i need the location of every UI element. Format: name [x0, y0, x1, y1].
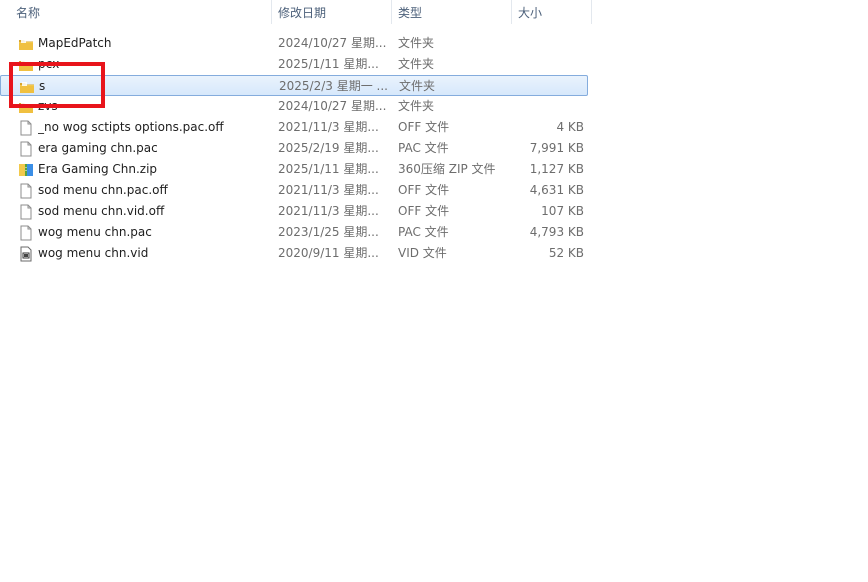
file-row[interactable]: Era Gaming Chn.zip 2025/1/11 星期... 360压缩…	[0, 159, 588, 180]
file-icon	[18, 225, 34, 241]
file-type: 文件夹	[399, 79, 436, 93]
folder-icon	[18, 36, 34, 52]
file-type: 文件夹	[398, 57, 435, 71]
file-name: _no wog sctipts options.pac.off	[38, 120, 224, 134]
file-name: Era Gaming Chn.zip	[38, 162, 158, 176]
red-highlight-annotation	[9, 62, 105, 108]
file-size	[512, 96, 584, 117]
file-modified-date: 2021/11/3 星期...	[278, 120, 379, 134]
file-type: 文件夹	[398, 36, 435, 50]
file-type: 360压缩 ZIP 文件	[398, 162, 496, 176]
file-icon	[18, 204, 34, 220]
file-size: 4,793 KB	[529, 225, 584, 239]
file-size: 107 KB	[541, 204, 584, 218]
file-row[interactable]: wog menu chn.vid 2020/9/11 星期... VID 文件 …	[0, 243, 588, 264]
column-header-date[interactable]: 修改日期	[272, 0, 392, 24]
file-row[interactable]: sod menu chn.vid.off 2021/11/3 星期... OFF…	[0, 201, 588, 222]
column-header-type[interactable]: 类型	[392, 0, 512, 24]
file-modified-date: 2020/9/11 星期...	[278, 246, 379, 260]
file-size: 52 KB	[548, 246, 584, 260]
file-row[interactable]: _no wog sctipts options.pac.off 2021/11/…	[0, 117, 588, 138]
file-size: 7,991 KB	[529, 141, 584, 155]
file-type: PAC 文件	[398, 141, 449, 155]
file-name: era gaming chn.pac	[38, 141, 158, 155]
column-header-name-label: 名称	[16, 6, 41, 20]
column-header-date-label: 修改日期	[278, 6, 327, 20]
file-name: sod menu chn.pac.off	[38, 183, 168, 197]
file-size	[512, 33, 584, 54]
column-header-size[interactable]: 大小	[512, 0, 592, 24]
file-modified-date: 2024/10/27 星期...	[278, 99, 387, 113]
file-type: OFF 文件	[398, 204, 450, 218]
file-type: PAC 文件	[398, 225, 449, 239]
file-size: 1,127 KB	[529, 162, 584, 176]
file-size: 4 KB	[556, 120, 584, 134]
zip-archive-icon	[18, 162, 34, 178]
file-modified-date: 2025/1/11 星期...	[278, 57, 379, 71]
file-modified-date: 2025/1/11 星期...	[278, 162, 379, 176]
file-icon	[18, 183, 34, 199]
file-type: 文件夹	[398, 99, 435, 113]
file-icon	[18, 120, 34, 136]
file-modified-date: 2025/2/3 星期一 ...	[279, 79, 388, 93]
file-size: 4,631 KB	[529, 183, 584, 197]
video-file-icon	[18, 246, 34, 262]
file-modified-date: 2023/1/25 星期...	[278, 225, 379, 239]
file-modified-date: 2021/11/3 星期...	[278, 183, 379, 197]
file-name: wog menu chn.vid	[38, 246, 149, 260]
sort-ascending-icon: ^	[146, 0, 154, 7]
file-name: MapEdPatch	[38, 36, 112, 50]
file-size	[513, 76, 585, 97]
file-name: wog menu chn.pac	[38, 225, 152, 239]
column-header-bar: 名称 ^ 修改日期 类型 大小	[0, 0, 592, 24]
column-header-type-label: 类型	[398, 6, 423, 20]
file-size	[512, 54, 584, 75]
file-icon	[18, 141, 34, 157]
file-row[interactable]: wog menu chn.pac 2023/1/25 星期... PAC 文件 …	[0, 222, 588, 243]
file-type: VID 文件	[398, 246, 447, 260]
file-type: OFF 文件	[398, 120, 450, 134]
file-row[interactable]: sod menu chn.pac.off 2021/11/3 星期... OFF…	[0, 180, 588, 201]
file-modified-date: 2025/2/19 星期...	[278, 141, 379, 155]
column-header-size-label: 大小	[518, 6, 543, 20]
file-name: sod menu chn.vid.off	[38, 204, 165, 218]
file-row[interactable]: MapEdPatch 2024/10/27 星期... 文件夹	[0, 33, 588, 54]
file-type: OFF 文件	[398, 183, 450, 197]
file-modified-date: 2021/11/3 星期...	[278, 204, 379, 218]
file-modified-date: 2024/10/27 星期...	[278, 36, 387, 50]
column-header-name[interactable]: 名称 ^	[10, 0, 272, 24]
file-explorer-list: 名称 ^ 修改日期 类型 大小 MapEdPatch 2024/10/27 星期…	[0, 0, 868, 582]
file-row[interactable]: era gaming chn.pac 2025/2/19 星期... PAC 文…	[0, 138, 588, 159]
